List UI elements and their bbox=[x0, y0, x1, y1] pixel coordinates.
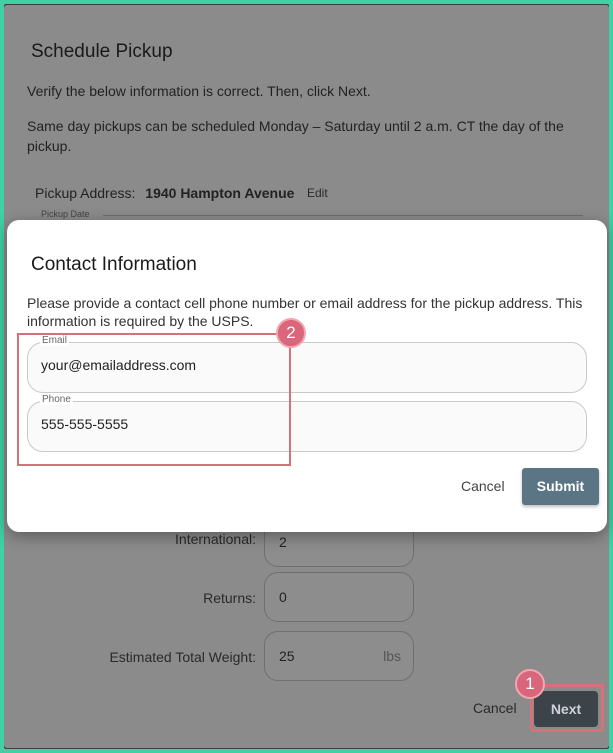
contact-modal-title: Contact Information bbox=[31, 254, 197, 275]
weight-label: Estimated Total Weight: bbox=[109, 649, 256, 665]
pickup-address-label: Pickup Address: bbox=[35, 185, 136, 201]
step-marker-1: 1 bbox=[515, 669, 545, 699]
edit-address-link[interactable]: Edit bbox=[307, 186, 328, 200]
weight-unit: lbs bbox=[383, 648, 401, 664]
pickup-cancel-button[interactable]: Cancel bbox=[473, 700, 517, 716]
returns-value: 0 bbox=[279, 589, 287, 605]
pickup-address: Pickup Address: 1940 Hampton Avenue bbox=[35, 185, 294, 201]
weight-value: 25 bbox=[279, 648, 295, 664]
returns-label: Returns: bbox=[203, 590, 256, 606]
international-value: 2 bbox=[279, 534, 287, 550]
pickup-date-field-border bbox=[103, 215, 583, 216]
international-label: International: bbox=[175, 531, 256, 547]
step-marker-2: 2 bbox=[276, 318, 306, 348]
same-day-note: Same day pickups can be scheduled Monday… bbox=[27, 118, 564, 154]
contact-fields-highlight bbox=[17, 333, 291, 466]
weight-input[interactable]: 25 lbs bbox=[264, 631, 414, 681]
pickup-date-label: Pickup Date bbox=[41, 209, 90, 219]
contact-modal-description: Please provide a contact cell phone numb… bbox=[27, 295, 583, 329]
submit-button[interactable]: Submit bbox=[522, 468, 599, 505]
schedule-pickup-title: Schedule Pickup bbox=[31, 41, 173, 62]
returns-input[interactable]: 0 bbox=[264, 572, 414, 622]
pickup-address-value: 1940 Hampton Avenue bbox=[145, 185, 295, 201]
contact-cancel-button[interactable]: Cancel bbox=[461, 478, 505, 494]
intro-text: Verify the below information is correct.… bbox=[27, 83, 371, 99]
